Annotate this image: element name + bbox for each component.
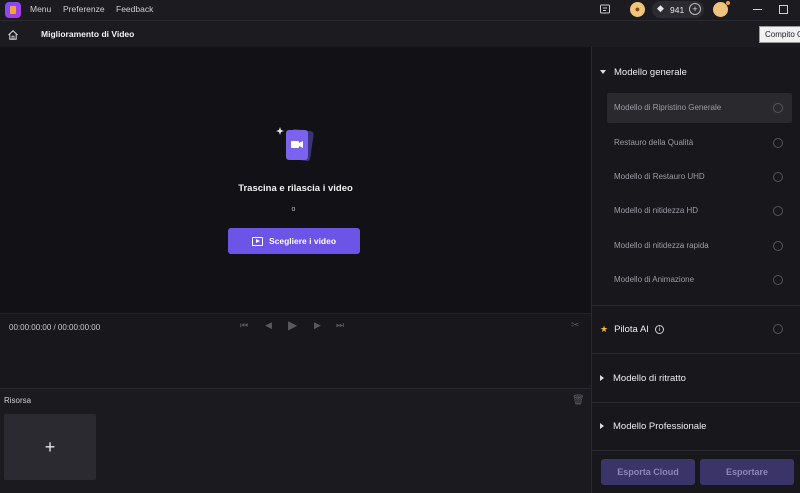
- model-option-label: Modello di nitidezza HD: [614, 206, 699, 215]
- portrait-model-title: Modello di ritratto: [613, 373, 686, 384]
- radio-button[interactable]: [773, 206, 783, 216]
- credits-pill[interactable]: ◆ 941 +: [652, 1, 704, 18]
- skip-end-icon[interactable]: ⏭: [336, 320, 344, 331]
- cart-icon[interactable]: ●: [630, 2, 645, 17]
- resource-title: Risorsa: [4, 396, 32, 405]
- radio-button[interactable]: [773, 138, 783, 148]
- expand-icon: [600, 423, 604, 430]
- professional-model-title: Modello Professionale: [613, 421, 707, 432]
- drop-zone[interactable]: Trascina e rilascia i video o Scegliere …: [0, 47, 591, 313]
- general-model-header[interactable]: Modello generale: [600, 67, 687, 78]
- radio-button[interactable]: [773, 103, 783, 113]
- model-option-label: Modello di Restauro UHD: [614, 172, 705, 181]
- divider: [592, 353, 800, 354]
- video-file-icon: [276, 127, 314, 161]
- step-back-icon[interactable]: ◀: [265, 320, 272, 331]
- pilot-ai-header[interactable]: ★ Pilota AI i: [600, 324, 664, 335]
- model-option-label: Modello di Ripristino Generale: [614, 103, 722, 112]
- export-button[interactable]: Esportare: [700, 459, 794, 485]
- page-title: Miglioramento di Video: [41, 29, 135, 39]
- play-icon[interactable]: ▶: [288, 318, 297, 332]
- model-option-label: Modello di Animazione: [614, 275, 695, 284]
- play-box-icon: [251, 236, 263, 246]
- home-icon[interactable]: [7, 28, 19, 40]
- portrait-model-header[interactable]: Modello di ritratto: [600, 373, 686, 384]
- user-avatar[interactable]: [713, 1, 730, 17]
- add-resource-button[interactable]: +: [4, 414, 96, 480]
- choose-video-button[interactable]: Scegliere i video: [228, 228, 360, 254]
- model-option[interactable]: Modello di Ripristino Generale: [607, 93, 792, 123]
- model-option-label: Modello di nitidezza rapida: [614, 241, 709, 250]
- menu-item-preferences[interactable]: Preferenze: [63, 4, 105, 14]
- model-option[interactable]: Modello di Animazione: [607, 265, 792, 295]
- playback-bar: 00:00:00:00 / 00:00:00:00 ⏮ ◀ ▶ ▶ ⏭ ✂: [0, 313, 591, 388]
- step-forward-icon[interactable]: ▶: [314, 320, 321, 331]
- page-header: Miglioramento di Video Compito Cloud: [0, 20, 800, 47]
- app-window: Menu Preferenze Feedback ● ◆ 941 + Migli…: [0, 0, 800, 493]
- radio-button[interactable]: [773, 275, 783, 285]
- diamond-icon: ◆: [657, 3, 664, 13]
- info-icon[interactable]: i: [654, 324, 664, 334]
- pilot-ai-title: Pilota AI: [614, 324, 649, 335]
- timecode: 00:00:00:00 / 00:00:00:00: [9, 323, 101, 332]
- task-list-icon[interactable]: [598, 3, 612, 17]
- star-icon: ★: [600, 324, 609, 334]
- radio-button[interactable]: [773, 172, 783, 182]
- model-panel: Modello generale Modello di Ripristino G…: [591, 47, 800, 493]
- model-option[interactable]: Modello di Restauro UHD: [607, 162, 792, 192]
- expand-icon: [600, 375, 604, 382]
- model-option-label: Restauro della Qualità: [614, 138, 694, 147]
- credits-count: 941: [670, 5, 685, 15]
- drop-or-text: o: [291, 206, 296, 213]
- app-logo: [5, 2, 21, 18]
- model-option[interactable]: Restauro della Qualità: [607, 128, 792, 158]
- model-option[interactable]: Modello di nitidezza rapida: [607, 231, 792, 261]
- model-option[interactable]: Modello di nitidezza HD: [607, 196, 792, 226]
- divider: [592, 450, 800, 451]
- pilot-ai-radio[interactable]: [773, 324, 783, 334]
- export-cloud-button[interactable]: Esporta Cloud: [601, 459, 695, 485]
- minimize-button[interactable]: [753, 9, 762, 10]
- divider: [592, 402, 800, 403]
- general-model-title: Modello generale: [614, 67, 687, 78]
- radio-button[interactable]: [773, 241, 783, 251]
- drop-title: Trascina e rilascia i video: [238, 183, 353, 194]
- professional-model-header[interactable]: Modello Professionale: [600, 421, 706, 432]
- menu-item-menu[interactable]: Menu: [30, 4, 51, 14]
- choose-video-label: Scegliere i video: [268, 236, 337, 246]
- plus-icon: +: [44, 436, 56, 457]
- cloud-task-tooltip: Compito Cloud: [759, 26, 800, 43]
- maximize-button[interactable]: [779, 5, 788, 14]
- trash-icon[interactable]: 🗑: [572, 395, 585, 406]
- add-credits-icon[interactable]: +: [689, 3, 701, 15]
- title-bar: Menu Preferenze Feedback ● ◆ 941 +: [0, 0, 800, 20]
- scissors-icon[interactable]: ✂: [571, 320, 579, 331]
- skip-start-icon[interactable]: ⏮: [240, 320, 248, 331]
- collapse-icon: [600, 70, 606, 75]
- menu-item-feedback[interactable]: Feedback: [116, 4, 153, 14]
- resource-section: Risorsa 🗑 +: [0, 388, 591, 493]
- divider: [592, 305, 800, 306]
